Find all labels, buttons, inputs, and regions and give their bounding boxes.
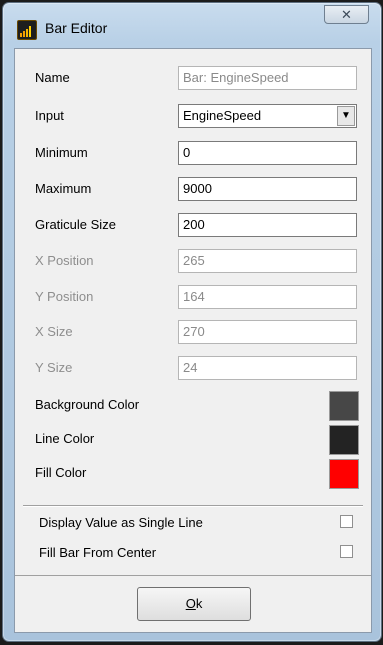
fill-center-checkbox[interactable] xyxy=(340,545,353,558)
fill-center-label: Fill Bar From Center xyxy=(39,545,157,560)
input-select-value: EngineSpeed xyxy=(183,108,262,123)
x-position-label: X Position xyxy=(35,253,94,268)
x-size-field: 270 xyxy=(178,320,357,344)
fill-color-swatch[interactable] xyxy=(329,459,359,489)
minimum-label: Minimum xyxy=(35,145,88,160)
window-title: Bar Editor xyxy=(45,20,108,36)
y-position-row: Y Position 164 xyxy=(15,285,371,309)
x-position-row: X Position 265 xyxy=(15,249,371,273)
ok-label-rest: k xyxy=(195,596,203,611)
x-size-label: X Size xyxy=(35,324,73,339)
bar-editor-window: Bar Editor ✕ Name Bar: EngineSpeed Input… xyxy=(2,2,382,642)
x-position-field: 265 xyxy=(178,249,357,273)
close-button[interactable]: ✕ xyxy=(324,5,369,24)
fill-color-row: Fill Color xyxy=(15,459,371,489)
y-size-label: Y Size xyxy=(35,360,73,375)
single-line-checkbox[interactable] xyxy=(340,515,353,528)
maximum-field[interactable]: 9000 xyxy=(178,177,357,201)
name-label: Name xyxy=(35,70,70,85)
ok-mnemonic: O xyxy=(185,596,196,611)
line-color-label: Line Color xyxy=(35,431,95,446)
y-position-field: 164 xyxy=(178,285,357,309)
minimum-field[interactable]: 0 xyxy=(178,141,357,165)
fill-color-label: Fill Color xyxy=(35,465,87,480)
y-size-field: 24 xyxy=(178,356,357,380)
footer-divider xyxy=(15,575,371,576)
bar-chart-app-icon xyxy=(17,20,37,40)
line-color-swatch[interactable] xyxy=(329,425,359,455)
background-color-swatch[interactable] xyxy=(329,391,359,421)
line-color-row: Line Color xyxy=(15,425,371,455)
minimum-row: Minimum 0 xyxy=(15,141,371,165)
x-size-row: X Size 270 xyxy=(15,320,371,344)
input-row: Input EngineSpeed ▼ xyxy=(15,104,371,128)
graticule-size-label: Graticule Size xyxy=(35,217,116,232)
close-icon: ✕ xyxy=(341,7,352,22)
name-row: Name Bar: EngineSpeed xyxy=(15,66,371,90)
graticule-size-field[interactable]: 200 xyxy=(178,213,357,237)
maximum-label: Maximum xyxy=(35,181,92,196)
graticule-size-row: Graticule Size 200 xyxy=(15,213,371,237)
background-color-label: Background Color xyxy=(35,397,140,412)
y-size-row: Y Size 24 xyxy=(15,356,371,380)
chevron-down-icon[interactable]: ▼ xyxy=(337,106,355,126)
input-label: Input xyxy=(35,108,64,123)
input-select[interactable]: EngineSpeed ▼ xyxy=(178,104,357,128)
y-position-label: Y Position xyxy=(35,289,94,304)
dialog-body: Name Bar: EngineSpeed Input EngineSpeed … xyxy=(14,48,372,633)
title-bar[interactable]: Bar Editor ✕ xyxy=(3,3,381,49)
background-color-row: Background Color xyxy=(15,391,371,421)
fill-center-option: Fill Bar From Center xyxy=(15,543,371,563)
single-line-option: Display Value as Single Line xyxy=(15,513,371,533)
name-field: Bar: EngineSpeed xyxy=(178,66,357,90)
single-line-label: Display Value as Single Line xyxy=(39,515,203,530)
maximum-row: Maximum 9000 xyxy=(15,177,371,201)
divider xyxy=(23,505,363,507)
ok-button[interactable]: Ok xyxy=(137,587,251,621)
